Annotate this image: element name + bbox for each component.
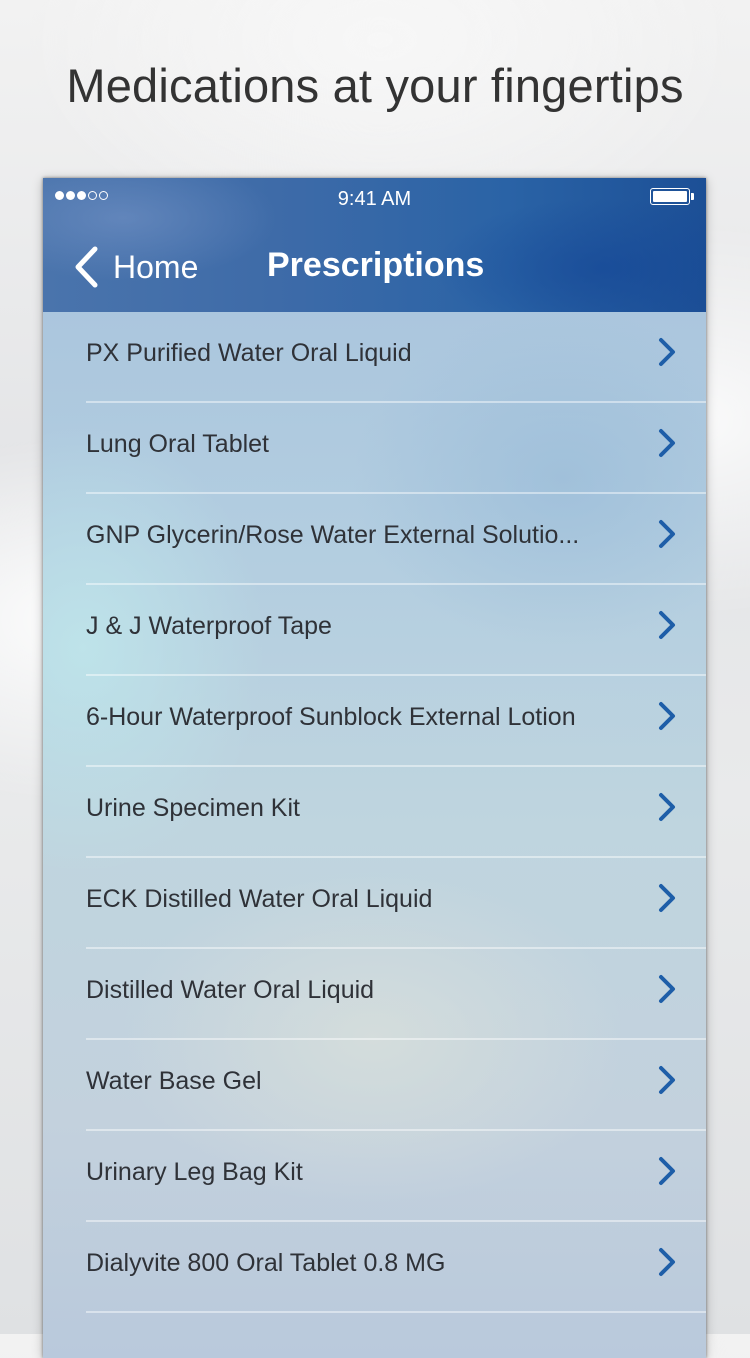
chevron-left-icon (73, 246, 99, 288)
navigation-bar: 9:41 AM Home Prescriptions (43, 178, 706, 312)
battery-icon (650, 188, 690, 205)
battery-tip (691, 193, 694, 200)
tagline-heading: Medications at your fingertips (66, 59, 684, 112)
prescription-name: ECK Distilled Water Oral Liquid (86, 885, 433, 913)
back-button[interactable]: Home (73, 242, 198, 292)
prescription-name: PX Purified Water Oral Liquid (86, 339, 412, 367)
prescription-name: Dialyvite 800 Oral Tablet 0.8 MG (86, 1249, 446, 1277)
chevron-right-icon (657, 1065, 677, 1095)
chevron-right-icon (657, 337, 677, 367)
chevron-right-icon (657, 701, 677, 731)
prescription-row[interactable]: Urinary Leg Bag Kit (43, 1131, 706, 1222)
prescription-row[interactable]: J & J Waterproof Tape (43, 585, 706, 676)
chevron-right-icon (657, 610, 677, 640)
prescription-list: PX Purified Water Oral Liquid Lung Oral … (43, 312, 706, 1313)
back-button-label: Home (113, 248, 199, 285)
prescription-name: Urinary Leg Bag Kit (86, 1158, 303, 1186)
prescription-name: Water Base Gel (86, 1067, 262, 1095)
prescription-name: GNP Glycerin/Rose Water External Solutio… (86, 521, 580, 549)
chevron-right-icon (657, 519, 677, 549)
prescription-row[interactable]: ECK Distilled Water Oral Liquid (43, 858, 706, 949)
chevron-right-icon (657, 883, 677, 913)
prescription-row[interactable]: 6-Hour Waterproof Sunblock External Loti… (43, 676, 706, 767)
status-time: 9:41 AM (337, 188, 412, 210)
chevron-right-icon (657, 792, 677, 822)
chevron-right-icon (657, 1156, 677, 1186)
prescription-row[interactable]: PX Purified Water Oral Liquid (43, 312, 706, 403)
prescription-name: J & J Waterproof Tape (86, 612, 332, 640)
chevron-right-icon (657, 1247, 677, 1277)
prescription-name: Distilled Water Oral Liquid (86, 976, 375, 1004)
prescription-row[interactable]: Lung Oral Tablet (43, 403, 706, 494)
prescription-row[interactable]: GNP Glycerin/Rose Water External Solutio… (43, 494, 706, 585)
page-title: Prescriptions (267, 246, 485, 284)
prescription-row[interactable]: Dialyvite 800 Oral Tablet 0.8 MG (43, 1222, 706, 1313)
prescription-name: Urine Specimen Kit (86, 794, 300, 822)
prescription-name: 6-Hour Waterproof Sunblock External Loti… (86, 703, 576, 731)
chevron-right-icon (657, 428, 677, 458)
prescription-row[interactable]: Urine Specimen Kit (43, 767, 706, 858)
chevron-right-icon (657, 974, 677, 1004)
prescription-row[interactable]: Water Base Gel (43, 1040, 706, 1131)
prescription-name: Lung Oral Tablet (86, 430, 269, 458)
phone-screen: 9:41 AM Home Prescriptions PX Purified W… (43, 178, 706, 1358)
prescription-row[interactable]: Distilled Water Oral Liquid (43, 949, 706, 1040)
